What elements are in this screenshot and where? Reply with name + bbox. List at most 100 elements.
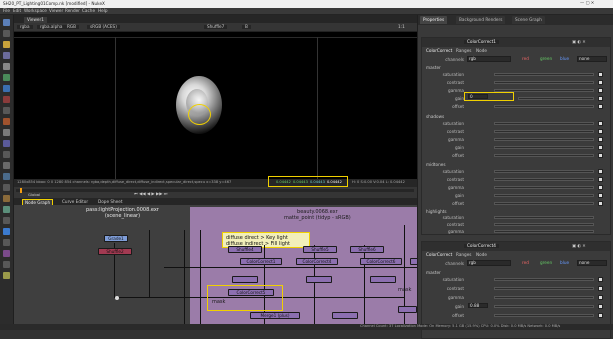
channel-icon[interactable] [3,52,10,59]
menu-edit[interactable]: Edit [13,8,21,13]
airnodes-icon[interactable] [3,228,10,235]
color-picker-icon[interactable] [598,169,603,174]
node-grade1[interactable]: Grade1 [104,235,128,242]
transform-icon[interactable] [3,107,10,114]
slider[interactable] [494,146,594,149]
slider[interactable] [494,296,594,299]
node-shuffle2[interactable]: Shuffle2 [98,248,132,255]
green-check[interactable]: green [540,56,552,61]
node-shuffle4[interactable]: Shuffle4 [228,246,262,253]
3d-icon[interactable] [3,118,10,125]
slider[interactable] [494,154,594,157]
gizmos-icon[interactable] [3,250,10,257]
slider[interactable] [518,97,594,100]
color-picker-icon[interactable] [598,121,603,126]
slider[interactable] [494,305,594,308]
views-icon[interactable] [3,129,10,136]
input-b-dropdown[interactable]: B [242,24,251,30]
slider[interactable] [494,178,594,181]
pixelfudger-icon[interactable] [3,239,10,246]
timeline-mode[interactable]: Global [28,193,40,197]
slider[interactable] [494,202,594,205]
slider[interactable] [494,223,594,226]
particles-icon[interactable] [3,184,10,191]
input-a-dropdown[interactable]: Shuffle7 [204,24,228,30]
master-gain-field[interactable]: 0 [468,94,488,99]
color-picker-icon[interactable] [598,104,603,109]
panel-header-icons[interactable]: ▣ ◐ ✕ [572,243,586,248]
green-check[interactable]: green [540,260,552,265]
draw-icon[interactable] [3,30,10,37]
menu-render[interactable]: Render [65,8,80,13]
toolsets-icon[interactable] [3,151,10,158]
channels-dropdown[interactable]: rgba [17,24,33,30]
subtab-node[interactable]: Node [476,252,487,257]
node-graph-canvas[interactable]: pass:lightProjection.0008.exr (scene_lin… [14,205,417,330]
red-check[interactable]: red [522,260,529,265]
color-picker-icon[interactable] [598,96,603,101]
node-merge-d[interactable] [332,312,358,319]
node-colorcorrect4[interactable]: ColorCorrect4 [296,258,338,265]
slider[interactable] [494,81,594,84]
subtab-node[interactable]: Node [476,48,487,53]
image-tools-icon[interactable] [3,19,10,26]
alpha-channel-dropdown[interactable]: none [577,260,607,266]
color-picker-icon[interactable] [598,286,603,291]
slider[interactable] [494,278,594,281]
merge-icon[interactable] [3,96,10,103]
viewer-canvas[interactable] [14,32,417,179]
node-colorcorrect5[interactable]: ColorCorrect5 [228,289,274,296]
color-picker-icon[interactable] [598,277,603,282]
slider[interactable] [494,105,594,108]
alpha-dropdown[interactable]: rgba.alpha [37,24,66,30]
color-picker-icon[interactable] [598,153,603,158]
deep-icon[interactable] [3,195,10,202]
color-picker-icon[interactable] [598,295,603,300]
color-picker-icon[interactable] [598,304,603,309]
other-icon[interactable] [3,162,10,169]
red-check[interactable]: red [522,56,529,61]
zoom-dropdown[interactable]: 1:1 [398,24,405,29]
playback-controls[interactable]: ⏮ ◀◀ ◀ ▶ ▶▶ ⏭ [134,191,168,196]
color-picker-icon[interactable] [598,185,603,190]
metadata-icon[interactable] [3,140,10,147]
tab-properties[interactable]: Properties [420,16,448,24]
node-merge1[interactable]: Merge1 (plus) [250,312,300,319]
menu-workspace[interactable]: Workspace [24,8,47,13]
color-picker-icon[interactable] [598,137,603,142]
channels-dropdown[interactable]: rgb [467,260,511,266]
node-shuffle6[interactable]: Shuffle6 [350,246,384,253]
timeline-track[interactable] [16,189,414,192]
cara-icon[interactable] [3,217,10,224]
node-shuffle5[interactable]: Shuffle5 [303,246,337,253]
slider[interactable] [494,122,594,125]
tab-scene-graph[interactable]: Scene Graph [512,16,545,24]
node-colorcorrect1[interactable]: ColorCorrect1 [240,258,282,265]
color-picker-icon[interactable] [598,201,603,206]
timeline[interactable]: Global ⏮ ◀◀ ◀ ▶ ▶▶ ⏭ [14,187,417,198]
rgb-dropdown[interactable]: RGB [64,24,80,30]
subtab-colorcorrect[interactable]: ColorCorrect [426,252,452,257]
slider[interactable] [494,216,594,219]
slider[interactable] [494,287,594,290]
slider[interactable] [494,170,594,173]
slider[interactable] [494,186,594,189]
nukepedia-icon[interactable] [3,272,10,279]
node-merge-a[interactable] [232,276,258,283]
master-gain-field[interactable]: 0.88 [468,303,488,308]
color-icon[interactable] [3,63,10,70]
slider[interactable] [494,89,594,92]
menu-viewer[interactable]: Viewer [49,8,63,13]
color-picker-icon[interactable] [598,313,603,318]
time-icon[interactable] [3,41,10,48]
dot-node[interactable] [115,296,119,300]
window-controls[interactable]: — ▢ ✕ [580,0,594,5]
slider[interactable] [494,130,594,133]
tab-dope-sheet[interactable]: Dope Sheet [98,199,122,204]
tab-curve-editor[interactable]: Curve Editor [62,199,88,204]
node-merge-b[interactable] [306,276,332,283]
playhead[interactable] [20,188,22,193]
color-picker-icon[interactable] [598,129,603,134]
slider[interactable] [494,230,594,233]
backdrop[interactable] [190,207,417,330]
